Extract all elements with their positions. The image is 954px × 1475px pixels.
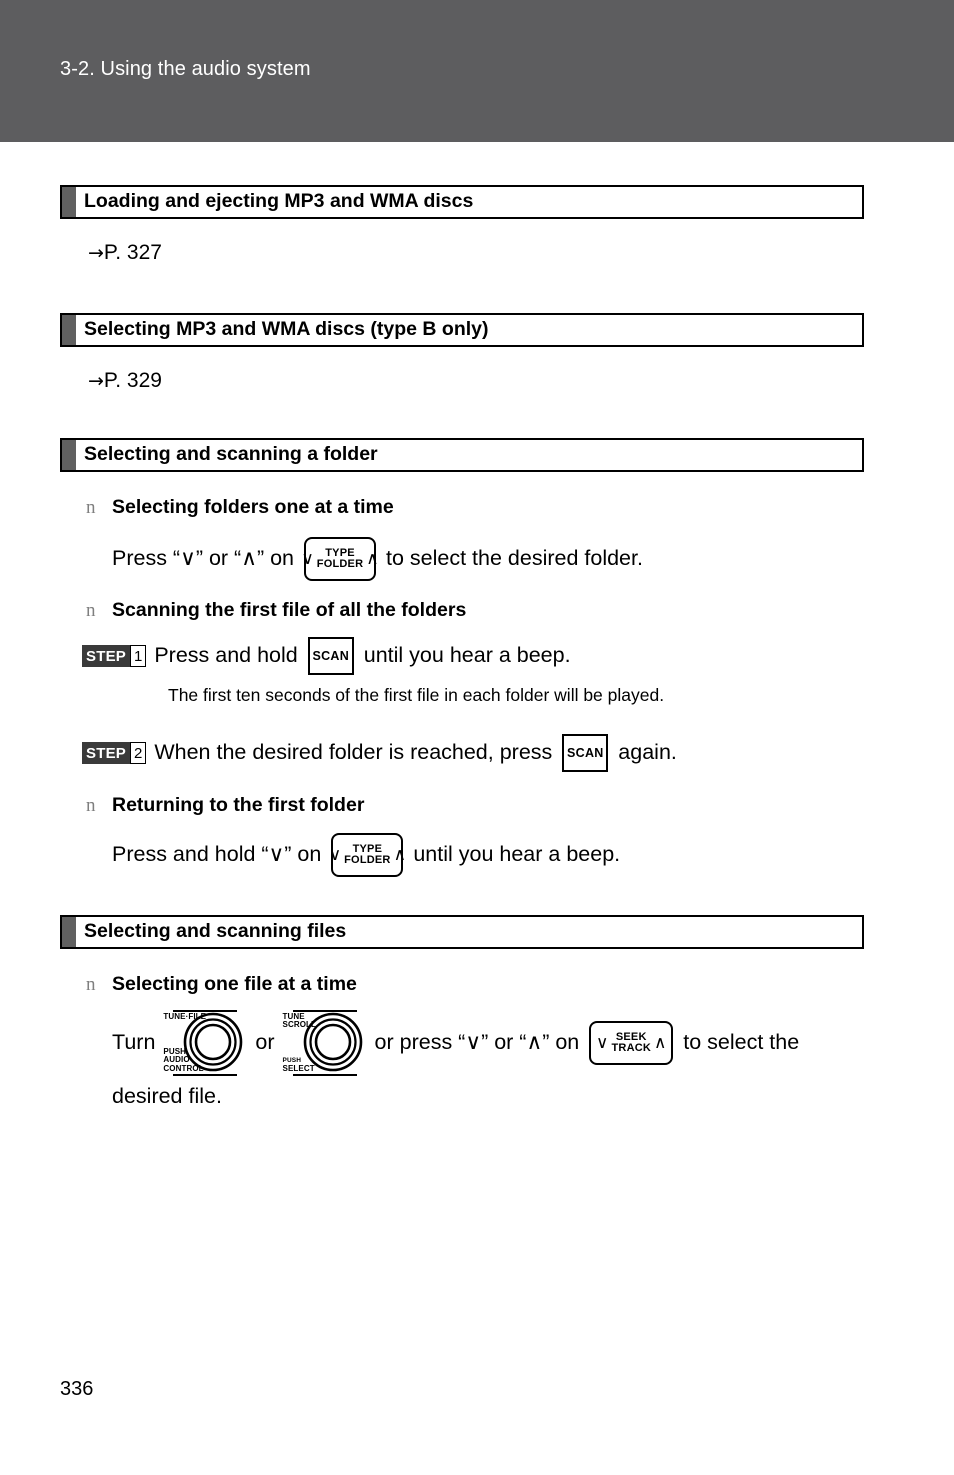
dial-top-label: TUNE·FILE bbox=[163, 1012, 207, 1021]
chevron-down-icon: ∨ bbox=[596, 1032, 609, 1053]
step-1-note: The first ten seconds of the first file … bbox=[168, 685, 665, 705]
scan-button-icon[interactable]: SCAN bbox=[307, 637, 354, 675]
step-number: 2 bbox=[129, 742, 147, 764]
chevron-up-icon: ∧ bbox=[654, 1032, 667, 1053]
section-header-loading-ejecting: Loading and ejecting MP3 and WMA discs bbox=[60, 185, 864, 219]
cross-reference-page: P. 329 bbox=[103, 369, 162, 392]
subheading-selecting-one-file: n Selecting one file at a time bbox=[86, 973, 954, 996]
cross-reference-page: P. 327 bbox=[103, 241, 162, 264]
instruction-return-first-folder: Press and hold “∨” on ∨ TYPE FOLDER ∧ un… bbox=[112, 833, 954, 877]
square-bullet-icon: n bbox=[86, 600, 96, 621]
step-number: 1 bbox=[129, 645, 147, 667]
section-title: Selecting MP3 and WMA discs (type B only… bbox=[84, 318, 489, 341]
dial-bottom-rule bbox=[173, 1074, 238, 1076]
section-header-selecting-discs: Selecting MP3 and WMA discs (type B only… bbox=[60, 313, 864, 347]
subheading-label: Selecting folders one at a time bbox=[112, 496, 394, 518]
seek-track-button-icon[interactable]: ∨ SEEK TRACK ∧ bbox=[589, 1021, 674, 1065]
step-text-after: again. bbox=[618, 740, 677, 765]
type-folder-button-icon[interactable]: ∨ TYPE FOLDER ∧ bbox=[301, 537, 379, 581]
step-text-after: until you hear a beep. bbox=[363, 643, 571, 668]
section-title: Selecting and scanning files bbox=[84, 920, 347, 943]
square-bullet-icon: n bbox=[86, 497, 96, 518]
breadcrumb: 3-2. Using the audio system bbox=[60, 58, 311, 80]
page-number: 336 bbox=[60, 1378, 94, 1400]
type-folder-label: TYPE FOLDER bbox=[344, 843, 391, 866]
section-tab-marker bbox=[62, 917, 76, 947]
step-1-instruction: STEP 1 Press and hold SCAN until you hea… bbox=[82, 637, 954, 675]
section-header-selecting-scanning-files: Selecting and scanning files bbox=[60, 915, 864, 949]
section-title: Selecting and scanning a folder bbox=[84, 443, 378, 466]
instruction-text-or-press: or press “∨” or “∧” on bbox=[374, 1030, 580, 1055]
section-tab-marker bbox=[62, 440, 76, 470]
dial-bottom-rule bbox=[292, 1074, 357, 1076]
step-badge-1: STEP 1 bbox=[82, 645, 147, 667]
chevron-down-icon: ∨ bbox=[301, 548, 314, 569]
audio-control-dial-icon[interactable]: TUNE·FILE PUSH AUDIO CONTROL bbox=[163, 1008, 247, 1078]
instruction-select-file-line2: desired file. bbox=[112, 1084, 954, 1108]
instruction-text-desired-file: desired file. bbox=[112, 1084, 222, 1108]
scan-button-icon[interactable]: SCAN bbox=[562, 734, 609, 772]
subheading-label: Returning to the first folder bbox=[112, 794, 365, 816]
step-word: STEP bbox=[82, 742, 130, 764]
instruction-text-after: until you hear a beep. bbox=[413, 842, 621, 867]
dial-bottom-label: PUSH AUDIO CONTROL bbox=[163, 1047, 204, 1073]
instruction-text-turn: Turn bbox=[112, 1030, 156, 1055]
step-badge-2: STEP 2 bbox=[82, 742, 147, 764]
dial-top-line2: SCROLL bbox=[282, 1020, 317, 1030]
type-folder-label-line2: FOLDER bbox=[344, 854, 391, 866]
subheading-returning-first-folder: n Returning to the first folder bbox=[86, 794, 954, 817]
square-bullet-icon: n bbox=[86, 974, 96, 995]
instruction-select-file: Turn TUNE·FILE PUSH AUDIO CONTROL or TUN… bbox=[112, 1008, 954, 1078]
instruction-text-before: Press “∨” or “∧” on bbox=[112, 546, 294, 571]
cross-reference-327[interactable]: →P. 327 bbox=[88, 242, 954, 263]
type-folder-button-icon[interactable]: ∨ TYPE FOLDER ∧ bbox=[328, 833, 407, 877]
subheading-label: Scanning the first file of all the folde… bbox=[112, 599, 467, 621]
step-word: STEP bbox=[82, 645, 130, 667]
section-tab-marker bbox=[62, 187, 76, 217]
arrow-right-icon: → bbox=[88, 242, 104, 264]
subheading-label: Selecting one file at a time bbox=[112, 973, 357, 995]
instruction-select-folder: Press “∨” or “∧” on ∨ TYPE FOLDER ∧ to s… bbox=[112, 537, 954, 581]
select-dial-icon[interactable]: TUNE SCROLL PUSH SELECT bbox=[283, 1008, 367, 1078]
instruction-text-or-1: or bbox=[255, 1030, 275, 1055]
arrow-right-icon: → bbox=[88, 370, 104, 392]
dial-bottom-line2: SELECT bbox=[282, 1063, 315, 1073]
page-header-band: 3-2. Using the audio system bbox=[0, 0, 954, 142]
step-text-before: Press and hold bbox=[154, 643, 298, 668]
cross-reference-329[interactable]: →P. 329 bbox=[88, 370, 954, 391]
chevron-down-icon: ∨ bbox=[328, 844, 342, 865]
instruction-text-before: Press and hold “∨” on bbox=[112, 842, 322, 867]
dial-bottom-label: PUSH SELECT bbox=[282, 1057, 315, 1073]
step-2-instruction: STEP 2 When the desired folder is reache… bbox=[82, 734, 954, 772]
chevron-up-icon: ∧ bbox=[366, 548, 379, 569]
section-header-selecting-scanning-folder: Selecting and scanning a folder bbox=[60, 438, 864, 472]
subheading-selecting-folders-one-at-a-time: n Selecting folders one at a time bbox=[86, 496, 954, 519]
dial-top-label: TUNE SCROLL bbox=[282, 1012, 317, 1030]
subheading-scanning-first-file: n Scanning the first file of all the fol… bbox=[86, 599, 954, 622]
type-folder-label-line2: FOLDER bbox=[316, 558, 364, 570]
square-bullet-icon: n bbox=[86, 795, 96, 816]
seek-track-label-line2: TRACK bbox=[611, 1042, 651, 1054]
page-content: Loading and ejecting MP3 and WMA discs →… bbox=[0, 142, 954, 1108]
instruction-text-after: to select the bbox=[683, 1030, 800, 1055]
scan-label: SCAN bbox=[566, 746, 604, 760]
dial-bottom-line3: CONTROL bbox=[163, 1063, 204, 1073]
chevron-up-icon: ∧ bbox=[393, 844, 407, 865]
seek-track-label: SEEK TRACK bbox=[611, 1031, 652, 1054]
scan-label: SCAN bbox=[312, 649, 350, 663]
type-folder-label: TYPE FOLDER bbox=[316, 547, 364, 570]
instruction-text-after: to select the desired folder. bbox=[386, 546, 643, 571]
section-title: Loading and ejecting MP3 and WMA discs bbox=[84, 190, 474, 213]
section-tab-marker bbox=[62, 315, 76, 345]
step-text-before: When the desired folder is reached, pres… bbox=[154, 740, 553, 765]
